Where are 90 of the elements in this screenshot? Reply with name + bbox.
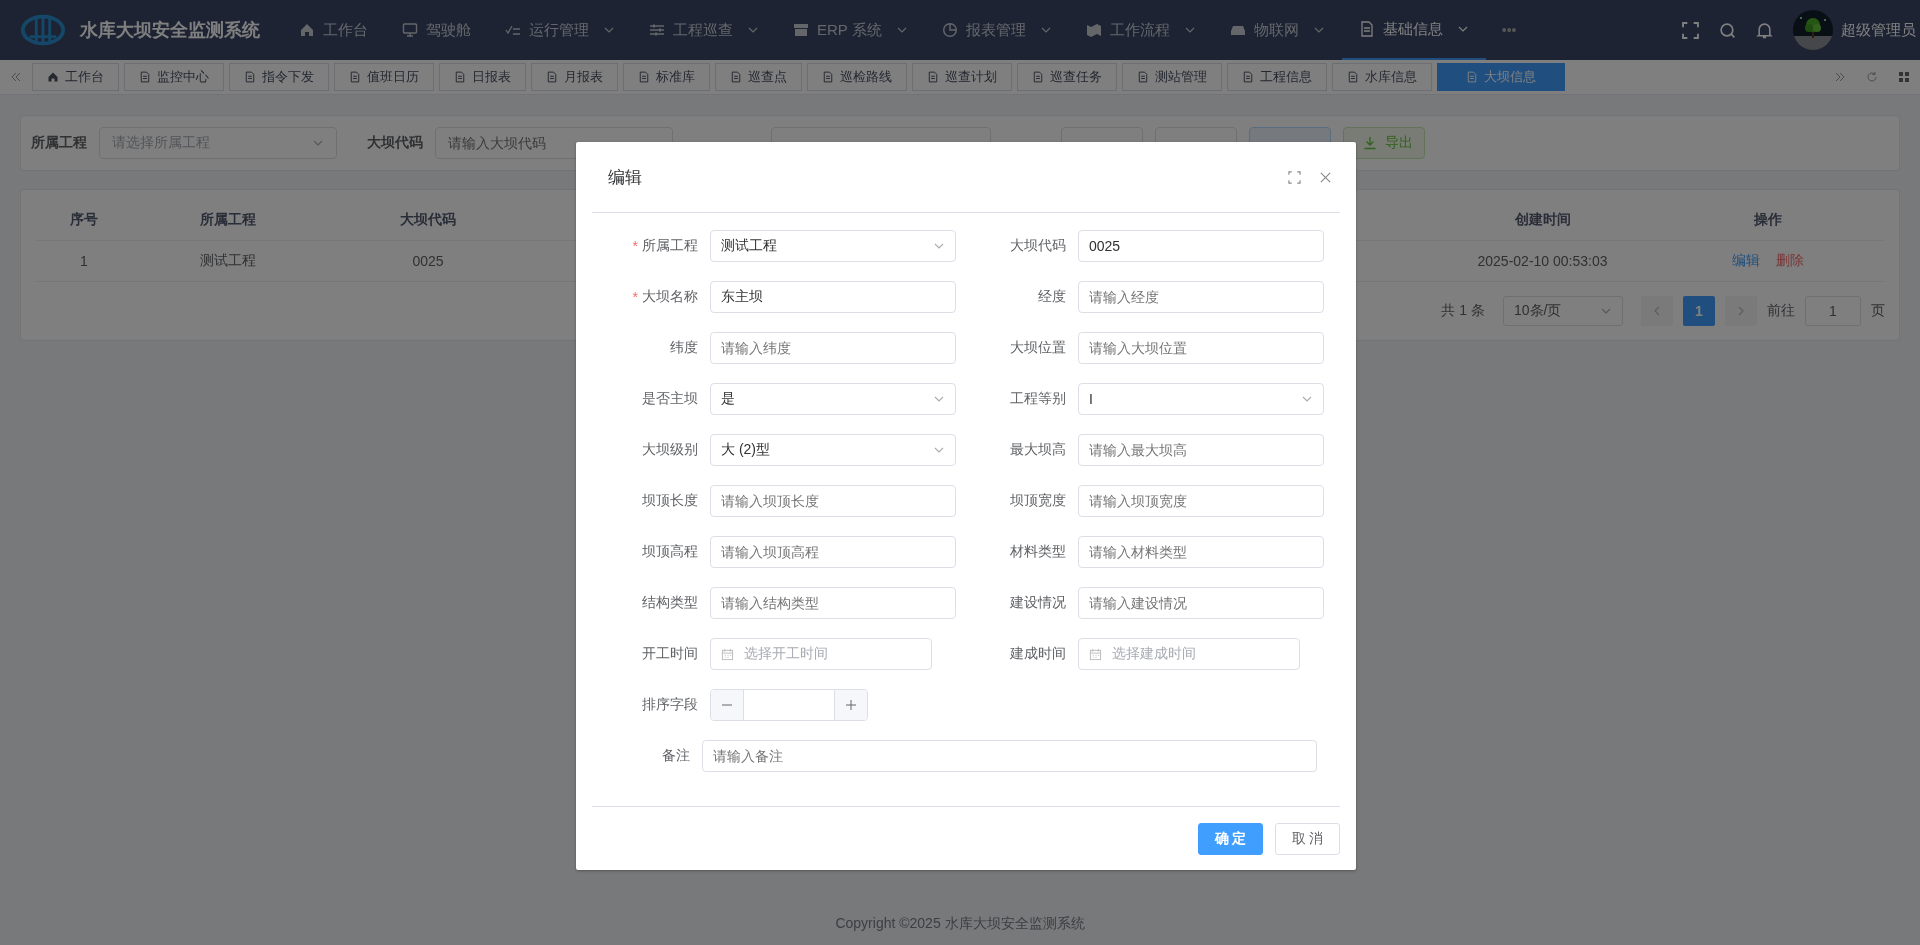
cancel-button[interactable]: 取 消: [1275, 823, 1340, 855]
field-label: 大坝级别: [642, 441, 698, 459]
dialog-title: 编辑: [608, 166, 642, 189]
column-header: 操作: [1752, 211, 1783, 229]
table-cell-text: 测试工程: [199, 252, 257, 270]
goto-label: 前往: [1767, 302, 1795, 320]
input-field[interactable]: 0025: [1078, 230, 1324, 262]
field-label: 纬度: [670, 339, 698, 357]
user-name[interactable]: 超级管理员: [1841, 20, 1916, 40]
field-label: 建成时间: [1010, 645, 1066, 663]
page-input[interactable]: 1: [1805, 296, 1861, 326]
column-header: 创建时间: [1513, 211, 1572, 229]
page-number-button[interactable]: 1: [1683, 296, 1715, 326]
edit-link[interactable]: 编辑: [1731, 252, 1760, 270]
column-header: 所属工程: [199, 211, 257, 229]
page-tab[interactable]: 指令下发: [229, 63, 329, 91]
field-label: 材料类型: [1010, 543, 1066, 561]
page-tab[interactable]: 标准库: [623, 63, 710, 91]
confirm-button[interactable]: 确 定: [1198, 823, 1263, 855]
nav-menu-item[interactable]: 驾驶舱: [385, 0, 488, 60]
page-tab[interactable]: 工程信息: [1227, 63, 1327, 91]
field-label: 是否主坝: [642, 390, 698, 408]
field-label: 开工时间: [642, 645, 698, 663]
page-tab[interactable]: 水库信息: [1332, 63, 1432, 91]
column-header: 序号: [69, 211, 99, 229]
page-tab[interactable]: 测站管理: [1122, 63, 1222, 91]
copyright-text: Copyright ©2025 水库大坝安全监测系统: [834, 915, 1086, 933]
field-label: 经度: [1038, 288, 1066, 306]
field-label: 排序字段: [642, 696, 698, 714]
more-menu-button[interactable]: •••: [1501, 22, 1517, 38]
input-field[interactable]: 请输入大坝位置: [1078, 332, 1324, 364]
total-count: 共 1 条: [1441, 302, 1485, 320]
page-tab[interactable]: 日报表: [439, 63, 526, 91]
page-tab[interactable]: 监控中心: [124, 63, 224, 91]
field-label: 备注: [662, 747, 690, 765]
field-label: 大坝名称: [642, 288, 698, 306]
app-title: 水库大坝安全监测系统: [80, 19, 260, 42]
select-field[interactable]: 是: [710, 383, 956, 415]
input-field[interactable]: 请输入经度: [1078, 281, 1324, 313]
table-cell-text: 2025-02-10 00:53:03: [1476, 253, 1609, 269]
table-cell-text: 0025: [411, 253, 445, 269]
field-label: 大坝代码: [1010, 237, 1066, 255]
field-label: 所属工程: [31, 134, 87, 152]
page-tab[interactable]: 巡查点: [715, 63, 802, 91]
nav-menu-item[interactable]: 物联网: [1212, 0, 1342, 60]
page-tab[interactable]: 工作台: [32, 63, 119, 91]
table-cell-text: 1: [79, 253, 89, 269]
field-label: 最大坝高: [1010, 441, 1066, 459]
input-field[interactable]: 请输入材料类型: [1078, 536, 1324, 568]
required-mark: *: [632, 238, 638, 254]
input-field[interactable]: 请输入结构类型: [710, 587, 956, 619]
field-label: 所属工程: [642, 237, 698, 255]
nav-menu-item[interactable]: 报表管理: [924, 0, 1069, 60]
page-suffix: 页: [1871, 302, 1885, 320]
field-label: 大坝位置: [1010, 339, 1066, 357]
select-field[interactable]: 测试工程: [710, 230, 956, 262]
field-label: 建设情况: [1010, 594, 1066, 612]
page-tab[interactable]: 巡查任务: [1017, 63, 1117, 91]
nav-menu-item[interactable]: ERP 系统: [776, 0, 925, 60]
nav-menu-item[interactable]: 工作流程: [1068, 0, 1213, 60]
required-mark: *: [632, 289, 638, 305]
nav-menu-item[interactable]: 工作台: [282, 0, 385, 60]
field-label: 坝顶高程: [642, 543, 698, 561]
page-tab[interactable]: 巡检路线: [807, 63, 907, 91]
input-field[interactable]: 请输入建设情况: [1078, 587, 1324, 619]
input-field[interactable]: 请输入坝顶长度: [710, 485, 956, 517]
input-field[interactable]: 请输入纬度: [710, 332, 956, 364]
page-size-select[interactable]: 10条/页: [1503, 296, 1623, 326]
field-label: 工程等别: [1010, 390, 1066, 408]
field-label: 大坝代码: [367, 134, 423, 152]
page-tab[interactable]: 月报表: [531, 63, 618, 91]
nav-menu-item[interactable]: 工程巡查: [632, 0, 776, 60]
page-tab[interactable]: 大坝信息: [1437, 63, 1565, 91]
select-field[interactable]: 大 (2)型: [710, 434, 956, 466]
page-tab[interactable]: 巡查计划: [912, 63, 1012, 91]
date-field[interactable]: 选择开工时间: [710, 638, 932, 670]
input-field[interactable]: 请输入坝顶高程: [710, 536, 956, 568]
nav-menu-item[interactable]: 运行管理: [488, 0, 632, 60]
input-field[interactable]: 请输入最大坝高: [1078, 434, 1324, 466]
input-field[interactable]: 请输入备注: [702, 740, 1317, 772]
page-tab[interactable]: 值班日历: [334, 63, 434, 91]
field-label: 坝顶长度: [642, 492, 698, 510]
input-field[interactable]: 请输入坝顶宽度: [1078, 485, 1324, 517]
field-label: 坝顶宽度: [1010, 492, 1066, 510]
date-field[interactable]: 选择建成时间: [1078, 638, 1300, 670]
select-field[interactable]: I: [1078, 383, 1324, 415]
input-field[interactable]: 东主坝: [710, 281, 956, 313]
delete-link[interactable]: 删除: [1775, 252, 1804, 270]
column-header: 大坝代码: [399, 211, 457, 229]
field-label: 结构类型: [642, 594, 698, 612]
